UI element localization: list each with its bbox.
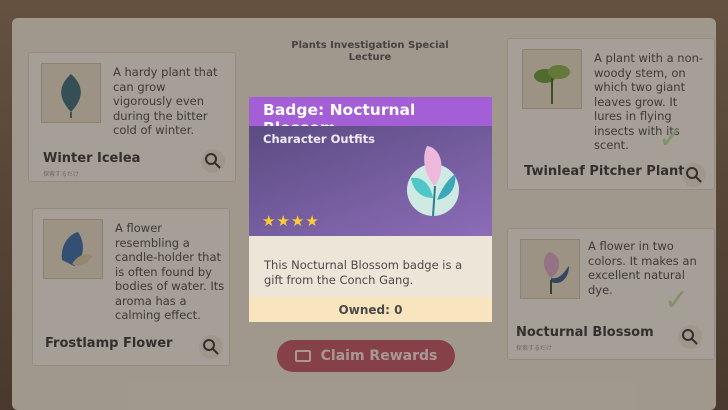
popup-title-bar: Badge: Nocturnal Blossom <box>249 97 492 137</box>
owned-count: Owned: 0 <box>249 297 492 322</box>
popup-item-card: Character Outfits ★★★★ <box>249 126 492 236</box>
badge-popup: Badge: Nocturnal Blossom Character Outfi… <box>249 97 492 322</box>
popup-category: Character Outfits <box>263 132 375 146</box>
popup-description: This Nocturnal Blossom badge is a gift f… <box>264 258 463 287</box>
nocturnal-blossom-badge-icon <box>407 146 459 217</box>
popup-description-area: This Nocturnal Blossom badge is a gift f… <box>249 236 492 297</box>
rarity-stars: ★★★★ <box>262 212 320 230</box>
